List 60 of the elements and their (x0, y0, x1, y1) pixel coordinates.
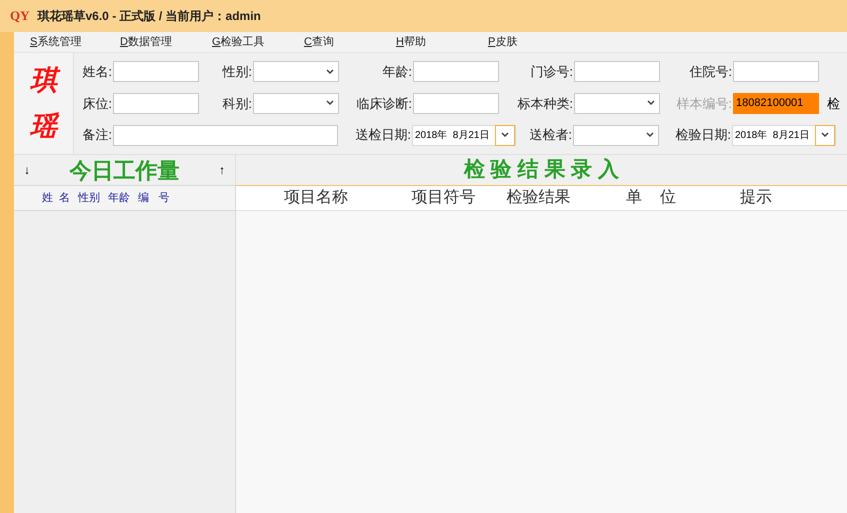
field-label: 标本种类: (516, 94, 573, 113)
field-label: 住院号: (688, 63, 732, 82)
menu-item[interactable]: C查询 (304, 34, 396, 50)
sort-up-button[interactable]: ↑ (219, 161, 225, 179)
input-field[interactable] (413, 92, 499, 114)
field-label: 送检者: (528, 126, 572, 144)
workload-title: 今日工作量 (70, 156, 180, 184)
column-header: 项目名称 (283, 188, 349, 208)
input-field[interactable] (413, 61, 499, 82)
date-value: 2018年 8月21日 (414, 128, 490, 143)
menu-item[interactable]: P皮肤 (488, 34, 580, 50)
logo-character: 瑶 (30, 113, 57, 140)
window-title: 琪花瑶草v6.0 - 正式版 / 当前用户：admin (38, 8, 261, 25)
field-label: 备注: (81, 126, 112, 144)
menu-item[interactable]: S系统管理 (14, 34, 120, 50)
field-label: 门诊号: (529, 63, 573, 82)
dropdown[interactable] (253, 61, 339, 82)
section-title: 检 验 结 果 录 入 (464, 157, 620, 184)
column-header: 项目符号 (410, 188, 476, 208)
field-label: 姓名: (81, 63, 112, 82)
chevron-down-icon (647, 100, 655, 106)
chevron-down-icon (646, 132, 654, 138)
field-label: 送检日期: (354, 126, 411, 144)
input-field[interactable] (113, 92, 199, 114)
app-logo: QY (10, 7, 30, 26)
input-field[interactable] (113, 61, 199, 82)
input-field[interactable] (574, 61, 660, 82)
field-label: 检验日期: (674, 126, 731, 144)
date-picker[interactable]: 2018年 8月21日 (412, 124, 516, 146)
date-dropdown-button[interactable] (815, 124, 835, 146)
dropdown[interactable] (574, 92, 660, 114)
chevron-down-icon (326, 68, 334, 75)
chevron-down-icon (326, 100, 334, 106)
column-header: 姓 名 (42, 190, 70, 206)
menu-item[interactable]: H帮助 (396, 34, 488, 50)
field-label: 科别: (221, 94, 252, 113)
menu-item[interactable]: G检验工具 (212, 34, 304, 50)
field-label: 年龄: (381, 63, 412, 82)
dropdown[interactable] (573, 124, 659, 146)
column-header: 单 位 (625, 188, 677, 208)
field-label: 性别: (221, 63, 252, 82)
chevron-down-icon (501, 132, 509, 138)
field-label: 临床诊断: (355, 94, 412, 113)
sort-down-button[interactable]: ↓ (24, 161, 30, 179)
column-header: 提示 (739, 188, 773, 208)
menu-item[interactable]: D数据管理 (120, 34, 212, 50)
chevron-down-icon (821, 132, 829, 138)
column-header: 年龄 (108, 190, 130, 206)
date-picker[interactable]: 2018年 8月21日 (732, 124, 836, 146)
date-value: 2018年 8月21日 (734, 128, 810, 143)
input-field[interactable] (733, 61, 819, 82)
column-header: 性别 (78, 190, 100, 206)
date-dropdown-button[interactable] (495, 124, 515, 146)
column-header: 检验结果 (506, 188, 572, 208)
dropdown[interactable] (253, 92, 339, 114)
column-header: 编 号 (138, 190, 170, 206)
field-label: 检 (826, 94, 840, 113)
input-field[interactable] (113, 124, 338, 146)
field-label: 样本编号: (675, 94, 732, 113)
field-label: 床位: (81, 94, 112, 113)
